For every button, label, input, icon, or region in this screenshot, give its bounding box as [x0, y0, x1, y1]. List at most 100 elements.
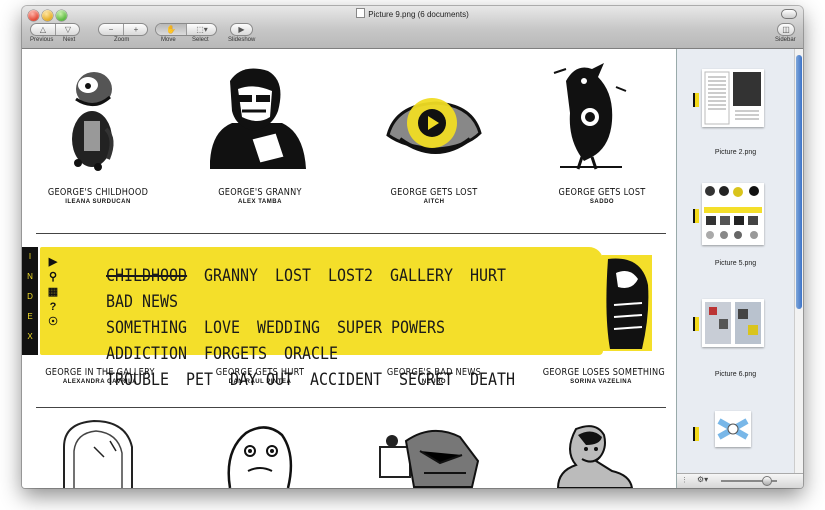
- move-tool-button[interactable]: ✋: [156, 24, 186, 35]
- slideshow-button[interactable]: ▶: [230, 23, 253, 36]
- index-icons: ▶ ⚲ ▦ ? ☉: [46, 255, 60, 330]
- resize-grip-icon[interactable]: ⋮: [681, 476, 688, 484]
- scrollbar-thumb[interactable]: [796, 55, 802, 309]
- play-icon[interactable]: ▶: [46, 255, 60, 270]
- select-tool-button[interactable]: ⬚▾: [187, 24, 217, 35]
- plus-icon: +: [133, 25, 139, 34]
- card-author: AITCH: [423, 199, 445, 205]
- thumbnail-caption: Picture 6.png: [714, 371, 757, 378]
- card-george-in-the-gallery[interactable]: GEORGE IN THE GALLERY ALEXANDRA GAVRILA: [32, 367, 168, 385]
- arrow-down-icon: ▽: [64, 25, 72, 34]
- index-link[interactable]: GALLERY: [390, 266, 453, 286]
- index-link[interactable]: HURT: [470, 266, 506, 286]
- thumbnail-picture-2[interactable]: [702, 69, 764, 127]
- card-title: GEORGE GETS HURT: [215, 367, 305, 378]
- illustration-granny[interactable]: [202, 61, 312, 173]
- arrow-up-icon: △: [39, 25, 47, 34]
- index-side-label: I N D E X: [22, 247, 38, 355]
- index-letter: I: [28, 252, 32, 261]
- index-link[interactable]: SUPER POWERS: [337, 318, 445, 338]
- help-icon[interactable]: ?: [46, 300, 60, 315]
- illustration-childhood[interactable]: [54, 59, 126, 177]
- card-title: GEORGE'S CHILDHOOD: [47, 187, 149, 198]
- index-link[interactable]: LOST: [275, 266, 311, 286]
- index-link[interactable]: WEDDING: [257, 318, 320, 338]
- titlebar: Picture 9.png (6 documents) △ ▽ Previous…: [22, 6, 803, 49]
- sidebar-label: Sidebar: [775, 37, 796, 43]
- thumbnail-caption: Picture 5.png: [714, 260, 757, 267]
- prev-next-control: △ ▽: [30, 23, 80, 36]
- card-author: ILEANA SURDUCAN: [65, 199, 131, 205]
- illustration-row3-1[interactable]: [54, 417, 146, 488]
- zoom-out-button[interactable]: −: [99, 24, 123, 35]
- card-author: SORINA VAZELINA: [570, 379, 632, 385]
- thumbnail-marker: [693, 93, 699, 107]
- preview-window: Picture 9.png (6 documents) △ ▽ Previous…: [22, 6, 803, 488]
- index-link[interactable]: LOST2: [328, 266, 373, 286]
- index-link[interactable]: SOMETHING: [106, 318, 187, 338]
- index-link[interactable]: CHILDHOOD: [106, 266, 187, 286]
- card-georges-bad-news[interactable]: GEORGE'S BAD NEWS NEURO: [370, 367, 498, 385]
- card-title: GEORGE IN THE GALLERY: [45, 367, 155, 378]
- thumbnail-image: [715, 411, 751, 447]
- index-letter: X: [27, 332, 33, 341]
- search-icon[interactable]: ⚲: [46, 270, 60, 285]
- index-link[interactable]: LOVE: [204, 318, 240, 338]
- illustration-index-character[interactable]: [602, 255, 652, 351]
- index-link[interactable]: BAD NEWS: [106, 292, 178, 312]
- zoom-in-button[interactable]: +: [124, 24, 148, 35]
- index-link[interactable]: FORGETS: [204, 344, 267, 364]
- thumbnail-next-document[interactable]: [715, 411, 751, 447]
- window-title: Picture 9.png (6 documents): [22, 8, 803, 19]
- sidebar-scrollbar[interactable]: [794, 49, 803, 474]
- slideshow-icon: ▶: [238, 25, 245, 34]
- grid-icon[interactable]: ▦: [46, 285, 60, 300]
- card-title: GEORGE'S GRANNY: [218, 187, 302, 198]
- index-link[interactable]: ADDICTION: [106, 344, 187, 364]
- document-view[interactable]: GEORGE'S CHILDHOOD ILEANA SURDUCAN GEORG…: [22, 49, 676, 488]
- card-georges-granny[interactable]: GEORGE'S GRANNY ALEX TAMBA: [196, 187, 324, 205]
- card-author: NEURO: [421, 379, 447, 385]
- thumbnail-sidebar: Picture 2.png Picture 5.png Picture 6.pn…: [676, 49, 803, 488]
- illustration-row3-2[interactable]: [222, 421, 294, 488]
- card-georges-childhood[interactable]: GEORGE'S CHILDHOOD ILEANA SURDUCAN: [34, 187, 162, 205]
- card-george-gets-lost-saddo[interactable]: GEORGE GETS LOST SADDO: [538, 187, 666, 205]
- index-letter: N: [27, 272, 33, 281]
- thumbnail-picture-5[interactable]: [702, 183, 764, 245]
- card-title: GEORGE'S BAD NEWS: [386, 367, 482, 378]
- illustration-row3-3[interactable]: [376, 421, 488, 488]
- move-label: Move: [161, 37, 176, 43]
- illustration-lost-saddo[interactable]: [552, 57, 632, 175]
- next-button[interactable]: ▽: [56, 24, 80, 35]
- illustration-row3-4[interactable]: [552, 421, 636, 488]
- card-title: GEORGE GETS LOST: [558, 187, 646, 198]
- marquee-select-icon: ⬚▾: [196, 25, 208, 34]
- index-link[interactable]: ORACLE: [284, 344, 338, 364]
- slideshow-label: Slideshow: [228, 37, 256, 43]
- illustration-lost-aitch[interactable]: [386, 85, 484, 165]
- tool-mode-control: ✋ ⬚▾: [155, 23, 217, 36]
- card-george-loses-something[interactable]: GEORGE LOSES SOMETHING SORINA VAZELINA: [530, 367, 672, 385]
- gear-icon[interactable]: ⚙▾: [697, 475, 708, 484]
- ring-icon[interactable]: ☉: [46, 315, 60, 330]
- sidebar-footer: ⋮ ⚙▾: [677, 473, 803, 488]
- minus-icon: −: [108, 25, 114, 34]
- slider-knob[interactable]: [762, 476, 772, 486]
- hand-icon: ✋: [166, 25, 176, 34]
- sidebar-toggle-button[interactable]: ◫: [777, 23, 795, 36]
- index-link[interactable]: GRANNY: [204, 266, 258, 286]
- thumbnail-picture-6[interactable]: [702, 299, 764, 347]
- document-icon: [356, 8, 366, 18]
- window-title-text: Picture 9.png (6 documents): [368, 10, 469, 19]
- sidebar-icon: ◫: [782, 25, 790, 34]
- card-title: GEORGE GETS LOST: [390, 187, 478, 198]
- card-george-gets-lost-aitch[interactable]: GEORGE GETS LOST AITCH: [370, 187, 498, 205]
- card-george-gets-hurt[interactable]: GEORGE GETS HURT DAN-RAUL PINTEA: [196, 367, 324, 385]
- card-author: SADDO: [589, 199, 615, 205]
- divider: [36, 407, 666, 408]
- zoom-label: Zoom: [114, 37, 130, 43]
- thumbnail-image: [704, 186, 762, 239]
- thumbnail-marker: [693, 209, 699, 223]
- thumbnail-marker: [693, 317, 699, 331]
- previous-button[interactable]: △: [31, 24, 55, 35]
